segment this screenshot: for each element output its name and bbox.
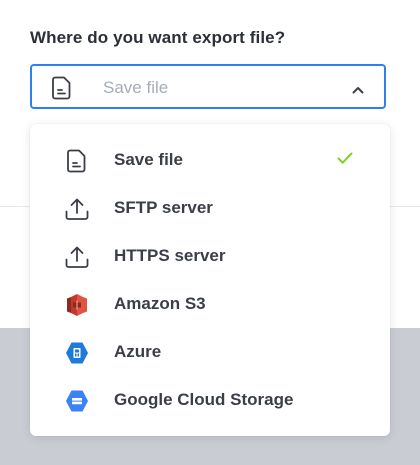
file-icon — [64, 148, 90, 174]
option-label: Azure — [114, 342, 162, 361]
option-amazon-s3[interactable]: Amazon S3 — [30, 280, 390, 328]
amazon-s3-icon — [64, 292, 90, 318]
option-label: Save file — [114, 150, 183, 169]
option-google-cloud-storage[interactable]: Google Cloud Storage — [30, 376, 390, 424]
option-label: SFTP server — [114, 198, 213, 217]
option-save-file[interactable]: Save file — [30, 136, 390, 184]
chevron-up-icon — [352, 81, 364, 99]
question-label: Where do you want export file? — [30, 28, 286, 47]
option-https-server[interactable]: HTTPS server — [30, 232, 390, 280]
export-destination-select[interactable]: Save file — [30, 64, 386, 109]
option-label: Google Cloud Storage — [114, 390, 294, 409]
file-icon — [52, 76, 72, 105]
option-label: HTTPS server — [114, 246, 226, 265]
upload-icon — [64, 196, 90, 222]
checkmark-icon — [337, 151, 353, 170]
option-sftp-server[interactable]: SFTP server — [30, 184, 390, 232]
option-azure[interactable]: Azure — [30, 328, 390, 376]
upload-icon — [64, 244, 90, 270]
select-value: Save file — [103, 78, 169, 97]
azure-icon — [64, 340, 90, 366]
dropdown-menu: Save file SFTP server HTTPS server Amazo… — [30, 124, 390, 436]
google-cloud-storage-icon — [64, 388, 90, 414]
option-label: Amazon S3 — [114, 294, 206, 313]
